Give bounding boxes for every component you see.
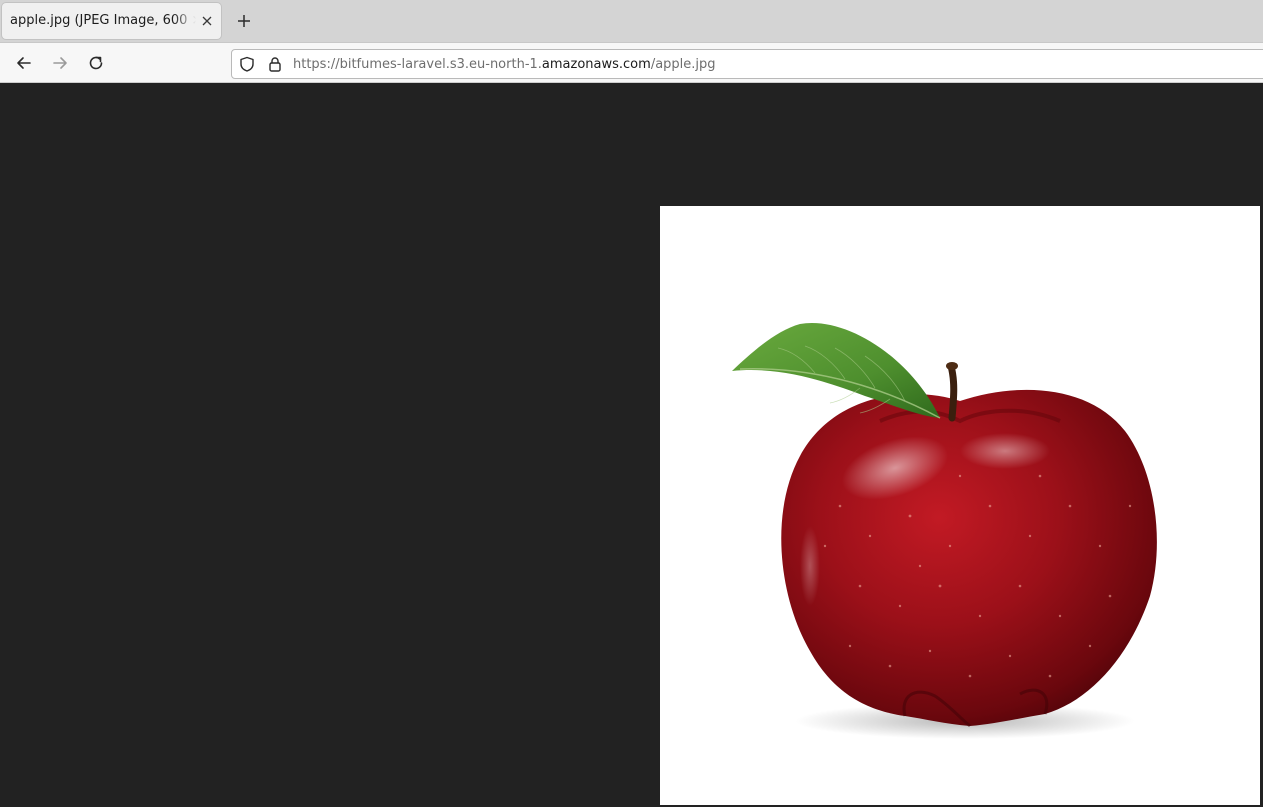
- arrow-right-icon[interactable]: [51, 54, 69, 72]
- url-prefix: https://bitfumes-laravel.s3.: [293, 57, 470, 72]
- plus-icon[interactable]: [236, 13, 252, 29]
- content-viewport: [0, 83, 1263, 807]
- lock-icon[interactable]: [267, 56, 283, 72]
- apple-image[interactable]: [660, 206, 1260, 805]
- tab-strip: apple.jpg (JPEG Image, 600 × 599 pixels): [0, 0, 1263, 42]
- navigation-toolbar: https://bitfumes-laravel.s3.eu-north-1.a…: [0, 42, 1263, 83]
- shield-icon[interactable]: [239, 56, 255, 72]
- url-path: /apple.jpg: [650, 57, 716, 72]
- close-icon[interactable]: [201, 15, 213, 27]
- reload-icon[interactable]: [87, 54, 105, 72]
- arrow-left-icon[interactable]: [15, 54, 33, 72]
- url-region: eu-north-1.: [469, 57, 542, 72]
- tab-apple-jpg[interactable]: apple.jpg (JPEG Image, 600 × 599 pixels): [2, 3, 221, 39]
- url-text[interactable]: https://bitfumes-laravel.s3.eu-north-1.a…: [293, 57, 716, 72]
- apple-illustration: [660, 206, 1260, 805]
- url-domain: amazonaws.com: [541, 57, 651, 72]
- tab-title: apple.jpg (JPEG Image, 600 × 599 pixels): [10, 13, 196, 28]
- url-bar[interactable]: https://bitfumes-laravel.s3.eu-north-1.a…: [231, 49, 1263, 79]
